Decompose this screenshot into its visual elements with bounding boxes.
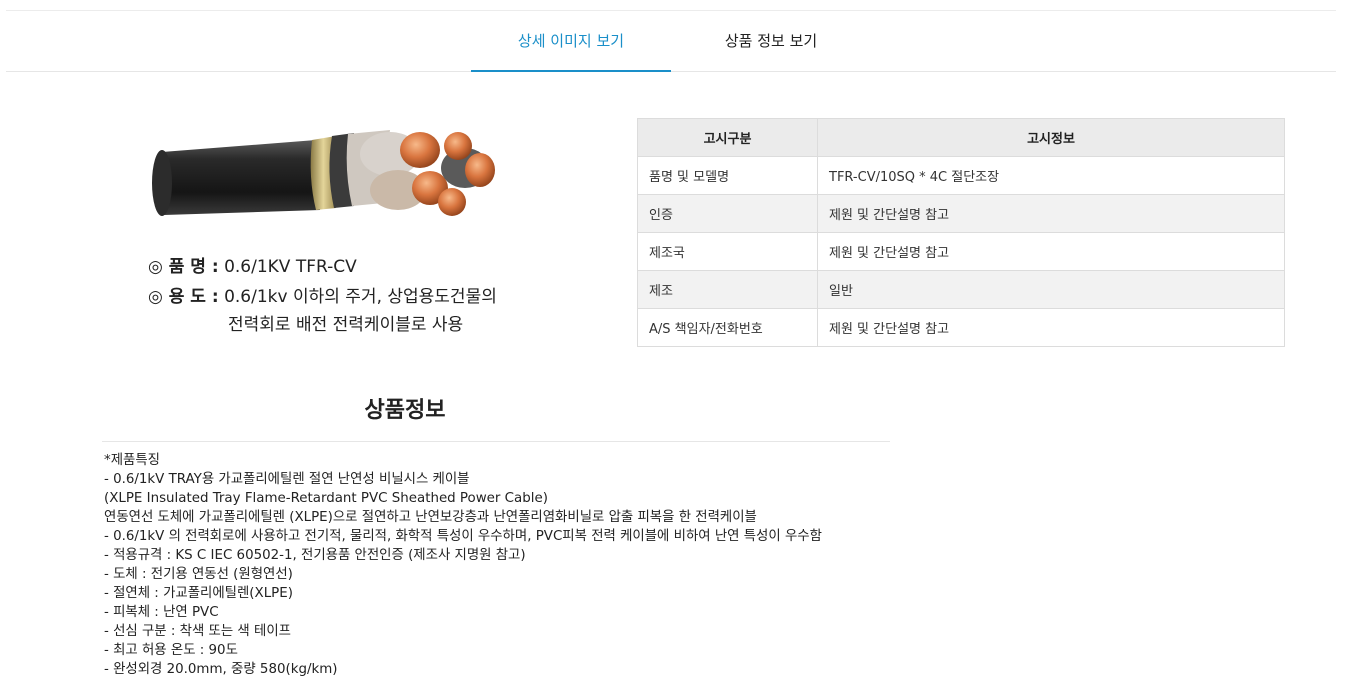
spec-product-name: ◎ 품 명 : 0.6/1KV TFR-CV	[148, 252, 357, 277]
table-row: 인증 제원 및 간단설명 참고	[637, 194, 1285, 233]
spec-usage-value: 0.6/1kv 이하의 주거, 상업용도건물의	[224, 287, 497, 307]
table-cell-value: 제원 및 간단설명 참고	[817, 308, 1285, 347]
table-row: 제조 일반	[637, 270, 1285, 309]
description-line: 연동연선 도체에 가교폴리에틸렌 (XLPE)으로 절연하고 난연보강층과 난연…	[104, 510, 757, 525]
description-line: *제품특징	[104, 453, 160, 468]
table-cell-value: 일반	[817, 270, 1285, 309]
table-row: A/S 책임자/전화번호 제원 및 간단설명 참고	[637, 308, 1285, 347]
tab-detail-images[interactable]: 상세 이미지 보기	[471, 11, 671, 72]
table-cell-value: TFR-CV/10SQ * 4C 절단조장	[817, 156, 1285, 195]
description-line: - 0.6/1kV TRAY용 가교폴리에틸렌 절연 난연성 비닐시스 케이블	[104, 472, 470, 487]
description-line: - 피복체 : 난연 PVC	[104, 605, 219, 620]
notice-table-header: 고시구분 고시정보	[637, 118, 1285, 157]
table-row: 품명 및 모델명 TFR-CV/10SQ * 4C 절단조장	[637, 156, 1285, 195]
description-line: - 완성외경 20.0mm, 중량 580(kg/km)	[104, 662, 338, 677]
notice-table: 고시구분 고시정보 품명 및 모델명 TFR-CV/10SQ * 4C 절단조장…	[637, 118, 1285, 347]
header-notice-info: 고시정보	[817, 118, 1285, 157]
header-notice-type: 고시구분	[637, 118, 818, 157]
description-line: - 적용규격 : KS C IEC 60502-1, 전기용품 안전인증 (제조…	[104, 548, 526, 563]
description-line: (XLPE Insulated Tray Flame-Retardant PVC…	[104, 491, 548, 506]
description-line: - 0.6/1kV 의 전력회로에 사용하고 전기적, 물리적, 화학적 특성이…	[104, 529, 822, 544]
table-row: 제조국 제원 및 간단설명 참고	[637, 232, 1285, 271]
table-cell-key: 제조국	[637, 232, 818, 271]
table-cell-key: 인증	[637, 194, 818, 233]
table-cell-value: 제원 및 간단설명 참고	[817, 232, 1285, 271]
tab-bar: 상세 이미지 보기 상품 정보 보기	[6, 11, 1336, 72]
table-cell-key: 품명 및 모델명	[637, 156, 818, 195]
table-cell-key: 제조	[637, 270, 818, 309]
description-line: - 선심 구분 : 착색 또는 색 테이프	[104, 624, 291, 639]
product-image: ◎ 품 명 : 0.6/1KV TFR-CV ◎ 용 도 : 0.6/1kv 이…	[140, 110, 540, 350]
product-description: *제품특징 - 0.6/1kV TRAY용 가교폴리에틸렌 절연 난연성 비닐시…	[104, 451, 904, 679]
table-cell-key: A/S 책임자/전화번호	[637, 308, 818, 347]
tab-product-info[interactable]: 상품 정보 보기	[671, 11, 871, 71]
spec-usage-key: ◎ 용 도 :	[148, 287, 219, 307]
section-divider	[102, 441, 890, 442]
spec-name-value: 0.6/1KV TFR-CV	[224, 257, 357, 277]
cable-illustration	[152, 130, 495, 216]
description-line: - 절연체 : 가교폴리에틸렌(XLPE)	[104, 586, 293, 601]
spec-usage-continued: 전력회로 배전 전력케이블로 사용	[228, 315, 464, 335]
description-line: - 도체 : 전기용 연동선 (원형연선)	[104, 567, 293, 582]
spec-usage: ◎ 용 도 : 0.6/1kv 이하의 주거, 상업용도건물의	[148, 282, 497, 307]
table-cell-value: 제원 및 간단설명 참고	[817, 194, 1285, 233]
spec-name-key: ◎ 품 명 :	[148, 257, 219, 277]
section-title: 상품정보	[364, 398, 446, 423]
description-line: - 최고 허용 온도 : 90도	[104, 643, 238, 658]
